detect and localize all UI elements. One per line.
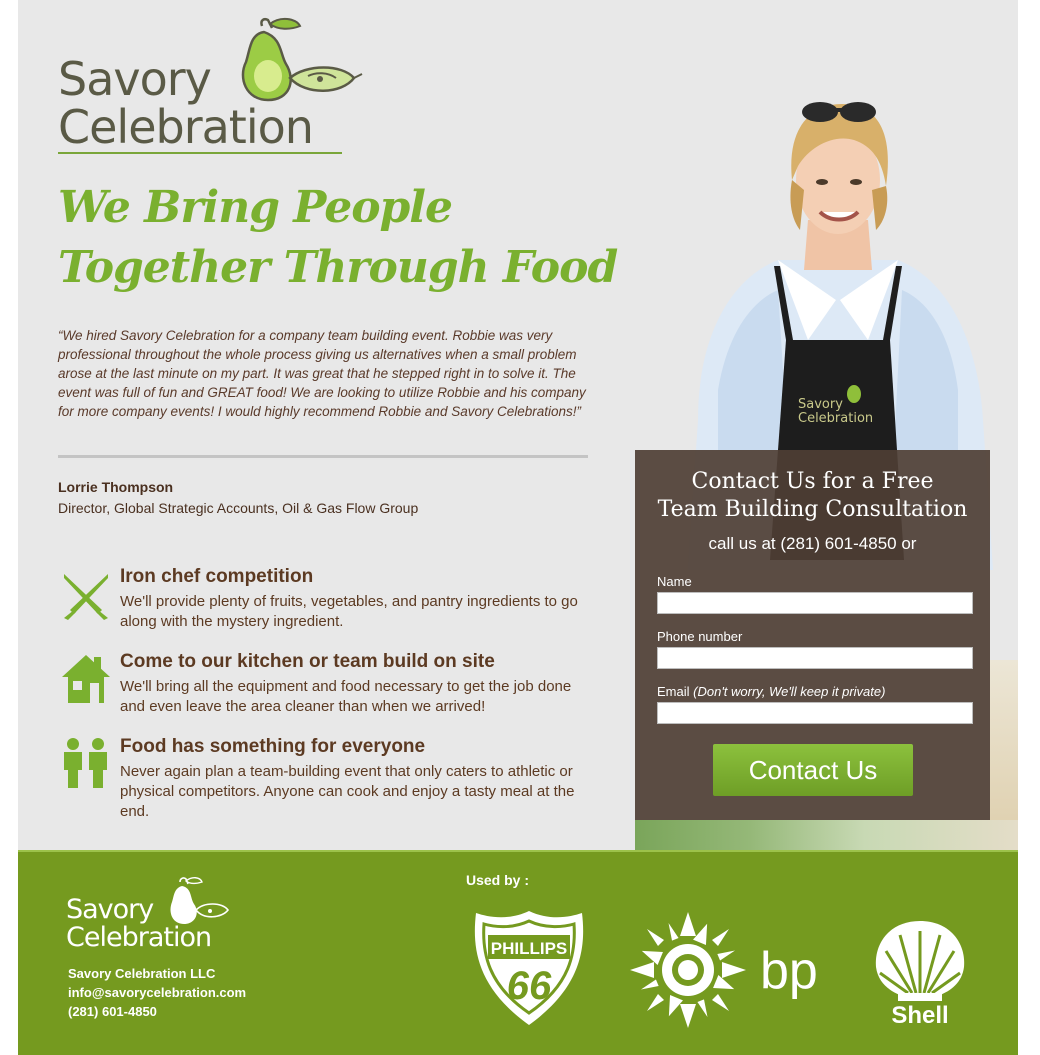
testimonial-author: Lorrie Thompson (58, 479, 174, 495)
contact-title: Contact Us for a Free Team Building Cons… (635, 468, 990, 524)
footer-company-info: Savory Celebration LLC info@savorycelebr… (68, 964, 246, 1021)
feature-title: Food has something for everyone (120, 736, 426, 757)
contact-us-button[interactable]: Contact Us (713, 744, 913, 796)
hero-headline-line2: Together Through Food (58, 242, 618, 293)
logo-underline (58, 152, 342, 154)
phillips-logo-text: PHILLIPS (491, 939, 568, 958)
testimonial-author-title: Director, Global Strategic Accounts, Oil… (58, 500, 419, 516)
footer-logo-celebration: Celebration (66, 922, 212, 953)
contact-title-line1: Contact Us for a Free (691, 469, 934, 494)
feature-description: Never again plan a team-building event t… (120, 763, 575, 820)
email-label: Email (657, 684, 690, 699)
used-by-label: Used by : (466, 872, 530, 888)
bp-logo-text: bp (760, 942, 818, 1000)
email-input[interactable] (657, 702, 973, 724)
footer-email-link[interactable]: info@savorycelebration.com (68, 983, 246, 1002)
email-label-group: Email (Don't worry, We'll keep it privat… (657, 684, 885, 699)
logo-text-savory: Savory (58, 52, 212, 106)
apron-logo-savory: Savory (798, 397, 843, 412)
footer-logo[interactable]: Savory Celebration (66, 876, 246, 956)
contact-form-panel: Contact Us for a Free Team Building Cons… (635, 450, 990, 820)
feature-description: We'll provide plenty of fruits, vegetabl… (120, 593, 578, 630)
hero-headline-line1: We Bring People (58, 182, 453, 233)
name-label: Name (657, 574, 692, 589)
crossed-knives-icon (64, 574, 108, 620)
footer-logo-savory: Savory (66, 894, 154, 925)
feature-description: We'll bring all the equipment and food n… (120, 678, 572, 715)
apron-logo-celebration: Celebration (798, 411, 873, 426)
shell-logo-text: Shell (891, 1002, 948, 1027)
phillips-logo-number: 66 (507, 964, 552, 1008)
house-icon (62, 655, 110, 703)
page: Savory Celebration We Bring People Toget… (18, 0, 1018, 1055)
people-icon (64, 738, 107, 788)
testimonial-divider (58, 455, 588, 458)
pear-logo-icon (241, 18, 363, 102)
feature-title: Come to our kitchen or team build on sit… (120, 651, 495, 672)
name-input[interactable] (657, 592, 973, 614)
contact-phone-text: call us at (281) 601-4850 or (708, 534, 917, 553)
phillips-66-logo: PHILLIPS 66 (474, 911, 584, 1025)
contact-title-line2: Team Building Consultation (657, 497, 968, 522)
table-scene-right (990, 660, 1018, 820)
footer-phone: (281) 601-4850 (68, 1004, 157, 1019)
shell-logo: Shell (875, 921, 965, 1027)
bp-logo: bp (630, 912, 818, 1028)
table-scene (635, 820, 1018, 850)
phone-label: Phone number (657, 629, 743, 644)
footer-company-name: Savory Celebration LLC (68, 966, 216, 981)
testimonial-quote: “We hired Savory Celebration for a compa… (58, 328, 586, 419)
pear-logo-icon (170, 877, 230, 924)
site-logo[interactable]: Savory Celebration (58, 16, 363, 156)
logo-text-celebration: Celebration (58, 100, 314, 154)
footer: Savory Celebration Savory Celebration LL… (18, 850, 1018, 1055)
phone-input[interactable] (657, 647, 973, 669)
hero-headline: We Bring People Together Through Food (58, 178, 618, 298)
feature-title: Iron chef competition (120, 566, 314, 587)
email-privacy-note: (Don't worry, We'll keep it private) (693, 684, 886, 699)
